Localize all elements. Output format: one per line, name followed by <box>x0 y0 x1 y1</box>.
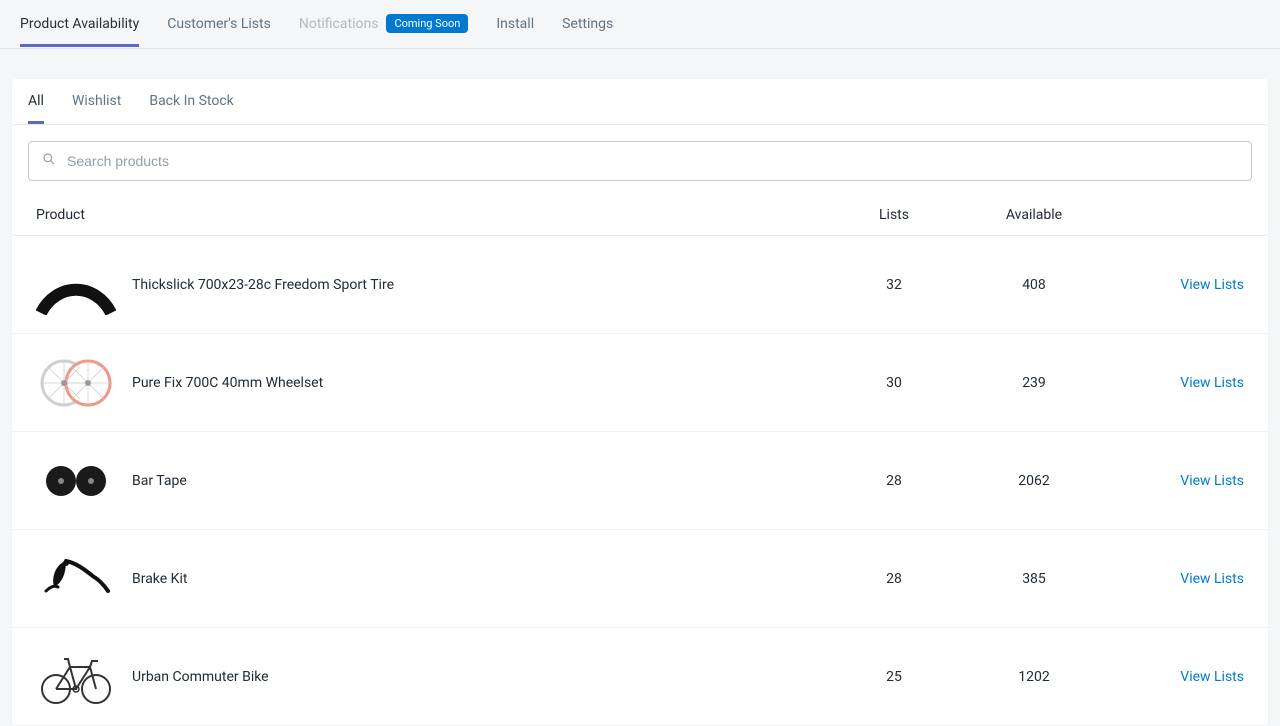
nav-notifications: Notifications Coming Soon <box>299 0 468 48</box>
product-thumb <box>36 353 116 413</box>
nav-settings[interactable]: Settings <box>562 2 613 47</box>
nav-label: Product Availability <box>20 16 139 32</box>
product-available: 1202 <box>964 669 1104 685</box>
tab-all[interactable]: All <box>28 79 44 124</box>
product-name: Bar Tape <box>132 473 824 489</box>
product-thumb <box>36 255 116 315</box>
tab-back-in-stock[interactable]: Back In Stock <box>149 79 233 124</box>
brake-icon <box>36 549 116 609</box>
product-name: Pure Fix 700C 40mm Wheelset <box>132 375 824 391</box>
search-box[interactable] <box>28 141 1252 181</box>
nav-label: Install <box>496 16 534 32</box>
product-available: 2062 <box>964 473 1104 489</box>
view-lists-link[interactable]: View Lists <box>1180 375 1244 391</box>
nav-product-availability[interactable]: Product Availability <box>20 2 139 47</box>
view-lists-link[interactable]: View Lists <box>1180 277 1244 293</box>
coming-soon-badge: Coming Soon <box>386 14 468 33</box>
view-lists-link[interactable]: View Lists <box>1180 571 1244 587</box>
product-name: Urban Commuter Bike <box>132 669 824 685</box>
product-name: Brake Kit <box>132 571 824 587</box>
product-available: 385 <box>964 571 1104 587</box>
product-thumb <box>36 549 116 609</box>
th-product: Product <box>36 207 824 223</box>
bike-icon <box>36 647 116 707</box>
table-header: Product Lists Available <box>12 197 1268 236</box>
product-lists: 28 <box>824 571 964 587</box>
tab-wishlist[interactable]: Wishlist <box>72 79 121 124</box>
nav-label: Notifications <box>299 16 379 32</box>
product-lists: 30 <box>824 375 964 391</box>
tab-label: Back In Stock <box>149 93 233 109</box>
search-icon <box>41 151 57 171</box>
table-row: Brake Kit 28 385 View Lists <box>12 530 1268 628</box>
view-lists-link[interactable]: View Lists <box>1180 473 1244 489</box>
product-lists: 32 <box>824 277 964 293</box>
search-wrap <box>12 125 1268 197</box>
table-row: Bar Tape 28 2062 View Lists <box>12 432 1268 530</box>
nav-label: Customer's Lists <box>167 16 271 32</box>
nav-label: Settings <box>562 16 613 32</box>
view-lists-link[interactable]: View Lists <box>1180 669 1244 685</box>
product-lists: 25 <box>824 669 964 685</box>
th-available: Available <box>964 207 1104 223</box>
wheelset-icon <box>36 353 116 413</box>
tab-label: All <box>28 93 44 109</box>
tire-icon <box>36 255 116 315</box>
sub-tabs: All Wishlist Back In Stock <box>12 79 1268 125</box>
bartape-icon <box>36 451 116 511</box>
product-available: 408 <box>964 277 1104 293</box>
product-thumb <box>36 647 116 707</box>
product-lists: 28 <box>824 473 964 489</box>
product-name: Thickslick 700x23-28c Freedom Sport Tire <box>132 277 824 293</box>
search-input[interactable] <box>67 153 1239 169</box>
th-lists: Lists <box>824 207 964 223</box>
main-card: All Wishlist Back In Stock Product Lists… <box>12 79 1268 726</box>
nav-install[interactable]: Install <box>496 2 534 47</box>
product-thumb <box>36 451 116 511</box>
nav-customers-lists[interactable]: Customer's Lists <box>167 2 271 47</box>
products-table: Product Lists Available Thickslick 700x2… <box>12 197 1268 726</box>
table-row: Thickslick 700x23-28c Freedom Sport Tire… <box>12 236 1268 334</box>
table-row: Pure Fix 700C 40mm Wheelset 30 239 View … <box>12 334 1268 432</box>
tab-label: Wishlist <box>72 93 121 109</box>
top-nav: Product Availability Customer's Lists No… <box>0 0 1280 49</box>
product-available: 239 <box>964 375 1104 391</box>
table-row: Urban Commuter Bike 25 1202 View Lists <box>12 628 1268 726</box>
